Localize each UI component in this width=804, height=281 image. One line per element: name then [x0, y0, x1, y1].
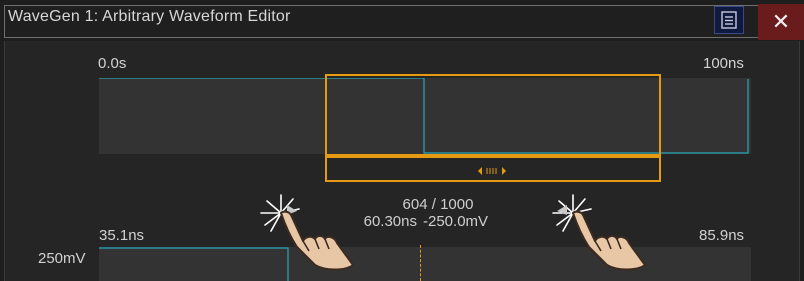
selection-scroll-bar[interactable] [325, 156, 661, 182]
horizontal-scroll-handle-icon[interactable] [477, 165, 511, 177]
close-button[interactable]: ✕ [758, 4, 804, 40]
pinch-tap-left-icon [260, 194, 354, 271]
overview-start-time: 0.0s [98, 55, 127, 72]
waveform-editor-window: WaveGen 1: Arbitrary Waveform Editor ✕ 0… [0, 0, 804, 281]
point-counter: 604 / 1000 [402, 196, 474, 213]
detail-waveform-area[interactable] [99, 247, 751, 281]
cursor-voltage: -250.0mV [423, 213, 489, 230]
overview-selection-window[interactable] [325, 74, 661, 156]
editor-panel: 0.0s 100ns 604 / 1000 60.30ns -250.0mV 3… [4, 41, 800, 281]
voltage-scale-label: 250mV [38, 250, 86, 267]
detail-waveform [99, 247, 289, 281]
detail-start-time: 35.1ns [99, 227, 145, 244]
menu-button[interactable] [714, 6, 744, 34]
window-title: WaveGen 1: Arbitrary Waveform Editor [8, 8, 291, 25]
list-icon [721, 11, 737, 29]
close-icon: ✕ [771, 9, 791, 34]
overview-end-time: 100ns [703, 55, 744, 72]
pinch-tap-right-icon [552, 194, 646, 271]
title-bar: WaveGen 1: Arbitrary Waveform Editor ✕ [0, 0, 804, 40]
point-cursor-line[interactable] [420, 245, 421, 281]
detail-end-time: 85.9ns [699, 227, 745, 244]
